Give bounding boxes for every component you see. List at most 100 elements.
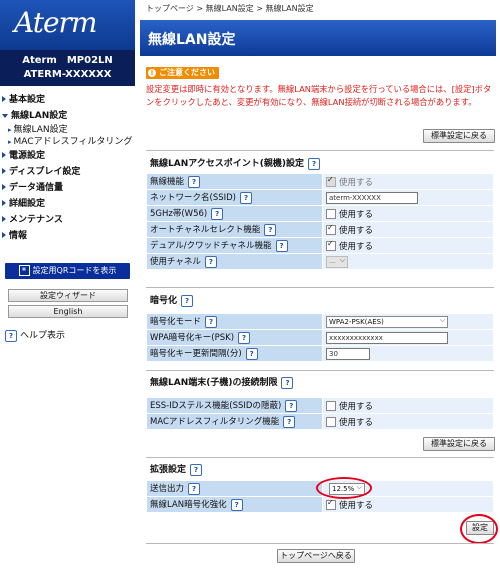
qr-code-button[interactable]: ▦ 設定用QRコードを表示 — [5, 263, 130, 279]
main-content: トップページ > 無線LAN設定 > 無線LAN設定 無線LAN設定 ! ご注意く… — [140, 0, 500, 571]
breadcrumb: トップページ > 無線LAN設定 > 無線LAN設定 — [146, 4, 314, 13]
caution-badge: ! ご注意ください — [146, 67, 219, 79]
psk-input[interactable]: xxxxxxxxxxxxx — [326, 331, 448, 344]
setting-label: MACアドレスフィルタリング機能? — [147, 414, 322, 429]
limit-settings-table: ESS-IDステルス機能(SSIDの隠蔽)? 使用する MACアドレスフィルタリ… — [146, 397, 494, 430]
table-row: 暗号化モード? WPA2-PSK(AES) — [147, 314, 493, 329]
crypto-section-title: 暗号化? — [146, 294, 494, 308]
setting-label: デュアル/クワッドチャネル機能? — [147, 238, 322, 253]
sidebar-subitem-wireless[interactable]: 無線LAN設定 — [0, 124, 135, 136]
table-row: 無線LAN暗号化強化? 使用する — [147, 497, 493, 512]
help-icon[interactable]: ? — [245, 347, 258, 360]
sidebar-menu: 基本設定 無線LAN設定 無線LAN設定 MACアドレスフィルタリング 電源設定… — [0, 92, 135, 244]
crypto-settings-table: 暗号化モード? WPA2-PSK(AES) WPA暗号化キー(PSK)? xxx… — [146, 313, 494, 362]
table-row: 使用チャネル? — — [147, 254, 493, 269]
sidebar-item-power[interactable]: 電源設定 — [0, 148, 135, 164]
auto-channel-checkbox[interactable] — [326, 223, 336, 235]
help-icon[interactable]: ? — [264, 223, 277, 236]
table-row: ネットワーク名(SSID)? aterm-XXXXXX — [147, 190, 493, 205]
sidebar-item-basic[interactable]: 基本設定 — [0, 92, 135, 108]
arrow-right-icon — [2, 184, 6, 190]
sidebar-item-maintenance[interactable]: メンテナンス — [0, 212, 135, 228]
caution-text: 設定変更は即時に有効となります。無線LAN端末から設定を行っている場合には、[設… — [146, 84, 492, 107]
reset-defaults-button-top[interactable]: 標準設定に戻る — [423, 129, 495, 143]
help-icon[interactable]: ? — [204, 255, 217, 268]
5ghz-checkbox[interactable] — [326, 209, 336, 219]
divider — [146, 543, 494, 544]
help-link[interactable]: ? ヘルプ表示 — [5, 328, 65, 342]
help-icon[interactable]: ? — [308, 157, 321, 170]
help-icon[interactable]: ? — [285, 399, 298, 412]
setting-label: 送信出力? — [147, 481, 322, 496]
aterm-logo[interactable]: Aterm — [0, 0, 135, 50]
encryption-enhance-checkbox[interactable] — [326, 498, 336, 510]
arrow-right-icon — [2, 152, 6, 158]
arrow-right-icon — [2, 168, 6, 174]
sidebar-item-wireless[interactable]: 無線LAN設定 — [0, 108, 135, 124]
help-icon[interactable]: ? — [188, 175, 201, 188]
help-icon[interactable]: ? — [188, 482, 201, 495]
setting-value: WPA2-PSK(AES) — [323, 314, 493, 329]
setting-label: WPA暗号化キー(PSK)? — [147, 330, 322, 345]
setting-value: 使用する — [323, 398, 493, 413]
help-icon[interactable]: ? — [238, 331, 251, 344]
setting-label: 無線LAN暗号化強化? — [147, 497, 322, 512]
model-name: Aterm MP02LN — [22, 55, 113, 66]
ssid-input[interactable]: aterm-XXXXXX — [326, 191, 418, 204]
help-icon[interactable]: ? — [190, 463, 203, 476]
setting-value: aterm-XXXXXX — [323, 190, 493, 205]
help-icon[interactable]: ? — [181, 294, 194, 307]
table-row: 暗号化キー更新間隔(分)? 30 — [147, 346, 493, 361]
sidebar-item-display[interactable]: ディスプレイ設定 — [0, 164, 135, 180]
highlight-ring-apply — [460, 514, 498, 544]
channel-select[interactable]: — — [326, 255, 348, 268]
sidebar-subitem-mac-filter[interactable]: MACアドレスフィルタリング — [0, 136, 135, 148]
back-to-top-button[interactable]: トップページへ戻る — [277, 549, 355, 563]
ext-section-title: 拡張設定? — [146, 463, 494, 477]
reset-defaults-button-bottom[interactable]: 標準設定に戻る — [423, 437, 495, 451]
table-row: デュアル/クワッドチャネル機能? 使用する — [147, 238, 493, 253]
mac-filter-checkbox[interactable] — [326, 417, 336, 427]
help-icon[interactable]: ? — [281, 376, 294, 389]
help-icon[interactable]: ? — [239, 191, 252, 204]
setting-value: 使用する — [323, 206, 493, 221]
help-icon[interactable]: ? — [205, 315, 218, 328]
setting-label: 無線機能? — [147, 174, 322, 189]
setting-value: — — [323, 254, 493, 269]
wizard-button[interactable]: 設定ウィザード — [8, 289, 128, 302]
model-info: Aterm MP02LN ATERM-XXXXXX — [0, 50, 135, 86]
setting-label: 使用チャネル? — [147, 254, 322, 269]
encryption-mode-select[interactable]: WPA2-PSK(AES) — [326, 315, 448, 328]
page-title: 無線LAN設定 — [148, 32, 236, 48]
setting-label: 5GHz帯(W56)? — [147, 206, 322, 221]
table-row: 5GHz帯(W56)? 使用する — [147, 206, 493, 221]
arrow-right-icon — [2, 232, 6, 238]
help-icon[interactable]: ? — [230, 498, 243, 511]
setting-value: 使用する — [323, 238, 493, 253]
wireless-enable-checkbox[interactable] — [326, 175, 336, 187]
setting-value: 使用する — [323, 222, 493, 237]
limit-section-title: 無線LAN端末(子機)の接続制限? — [146, 376, 494, 390]
stealth-checkbox[interactable] — [326, 401, 336, 411]
sidebar-item-info[interactable]: 情報 — [0, 228, 135, 244]
sidebar-item-data-usage[interactable]: データ通信量 — [0, 180, 135, 196]
sidebar: Aterm Aterm MP02LN ATERM-XXXXXX 基本設定 無線L… — [0, 0, 135, 571]
help-icon[interactable]: ? — [275, 239, 288, 252]
arrow-down-icon — [2, 114, 8, 118]
divider — [146, 457, 494, 458]
dual-channel-checkbox[interactable] — [326, 239, 336, 251]
setting-label: ネットワーク名(SSID)? — [147, 190, 322, 205]
table-row: ESS-IDステルス機能(SSIDの隠蔽)? 使用する — [147, 398, 493, 413]
arrow-right-icon — [2, 200, 6, 206]
divider — [146, 370, 494, 371]
sidebar-item-advanced[interactable]: 詳細設定 — [0, 196, 135, 212]
english-button[interactable]: English — [8, 305, 128, 318]
setting-value: 使用する — [323, 414, 493, 429]
table-row: オートチャネルセレクト機能? 使用する — [147, 222, 493, 237]
help-icon[interactable]: ? — [283, 415, 296, 428]
divider — [146, 287, 494, 288]
table-row: WPA暗号化キー(PSK)? xxxxxxxxxxxxx — [147, 330, 493, 345]
key-interval-input[interactable]: 30 — [326, 347, 370, 360]
help-icon[interactable]: ? — [211, 207, 224, 220]
device-name: ATERM-XXXXXX — [23, 69, 112, 80]
